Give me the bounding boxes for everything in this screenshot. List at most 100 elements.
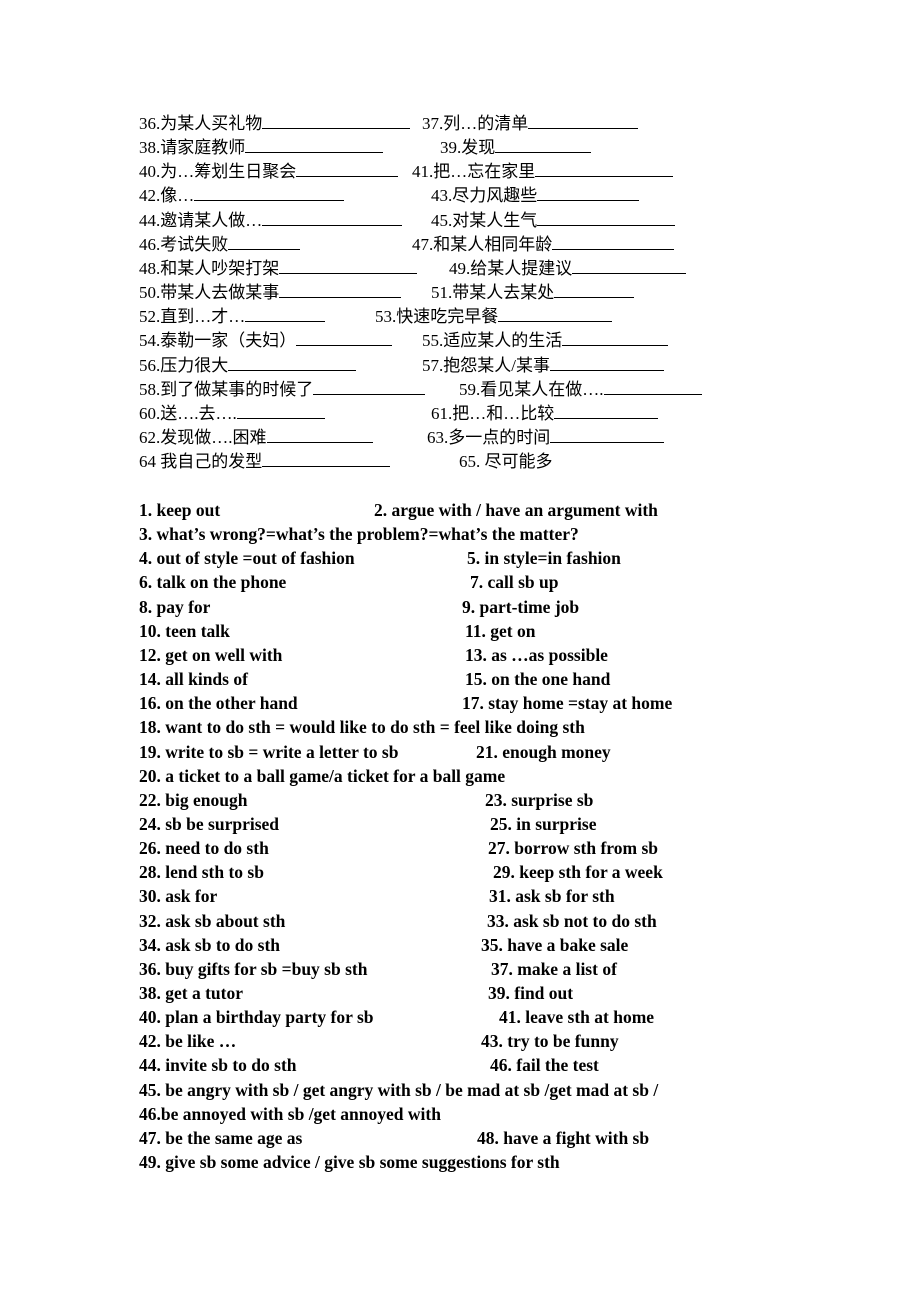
chinese-phrase-text: 40.为…筹划生日聚会 [139,162,297,182]
english-phrase-item: 41. leave sth at home [499,1007,655,1028]
answer-blank[interactable] [236,402,325,419]
english-phrase-item: 46.be annoyed with sb /get annoyed with [139,1103,441,1124]
answer-blank[interactable] [296,329,393,347]
chinese-phrase-item: 63.多一点的时间 [427,426,665,450]
english-phrase-item: 48. have a fight with sb [477,1127,650,1148]
chinese-phrase-text: 38.请家庭教师 [139,138,246,158]
chinese-phrase-item: 46.考试失败 [139,233,301,257]
answer-blank[interactable] [528,112,639,129]
chinese-phrase-text: 39.发现 [440,138,496,158]
chinese-phrase-text: 64 我自己的发型 [139,452,263,472]
answer-blank[interactable] [279,281,402,299]
english-phrase-item: 32. ask sb about sth [139,910,286,931]
english-phrase-item: 20. a ticket to a ball game/a ticket for… [139,765,506,786]
english-phrase-item: 42. be like … [139,1031,237,1052]
answer-blank[interactable] [245,136,384,154]
chinese-phrase-text: 37.列…的清单 [422,114,529,133]
chinese-phrase-item: 45.对某人生气 [431,209,676,233]
answer-blank[interactable] [535,160,674,178]
answer-blank[interactable] [554,402,659,419]
chinese-phrase-text: 65. 尽可能多 [459,452,553,472]
answer-blank[interactable] [554,281,635,299]
chinese-phrase-text: 60.送….去…. [139,403,237,423]
chinese-phrase-item: 47.和某人相同年龄 [412,233,675,257]
chinese-phrase-text: 62.发现做….困难 [139,427,267,447]
answer-blank[interactable] [552,233,675,250]
english-phrase-item: 45. be angry with sb / get angry with sb… [139,1079,659,1100]
chinese-phrase-item: 55.适应某人的生活 [422,329,669,353]
english-phrase-item: 49. give sb some advice / give sb some s… [139,1152,560,1173]
answer-blank[interactable] [313,378,426,395]
english-phrase-item: 47. be the same age as [139,1127,303,1148]
answer-blank[interactable] [262,209,403,226]
chinese-phrase-text: 36.为某人买礼物 [139,114,263,133]
answer-blank[interactable] [296,160,399,178]
english-phrase-item: 16. on the other hand [139,693,298,714]
answer-blank[interactable] [262,450,391,468]
chinese-phrase-item: 42.像… [139,184,345,208]
english-phrase-item: 35. have a bake sale [481,934,629,955]
english-phrase-item: 6. talk on the phone [139,572,287,593]
chinese-phrase-text: 41.把…忘在家里 [412,162,536,182]
chinese-phrase-item: 39.发现 [440,136,592,160]
chinese-phrase-text: 61.把…和…比较 [431,403,555,423]
english-phrase-item: 40. plan a birthday party for sb [139,1007,374,1028]
english-phrase-item: 22. big enough [139,789,248,810]
english-phrase-item: 3. what’s wrong?=what’s the problem?=wha… [139,524,579,545]
english-phrase-item: 10. teen talk [139,620,230,641]
chinese-phrase-text: 49.给某人提建议 [449,258,573,278]
chinese-phrase-item: 41.把…忘在家里 [412,160,674,184]
chinese-phrase-item: 49.给某人提建议 [449,257,687,281]
chinese-phrase-item: 59.看见某人在做…. [459,378,702,402]
english-phrase-item: 26. need to do sth [139,838,269,859]
english-phrase-item: 28. lend sth to sb [139,862,264,883]
chinese-phrase-item: 50.带某人去做某事 [139,281,402,305]
answer-blank[interactable] [228,354,357,371]
english-phrase-item: 34. ask sb to do sth [139,934,281,955]
english-phrase-item: 24. sb be surprised [139,813,280,834]
answer-blank[interactable] [279,257,418,274]
chinese-phrase-item: 44.邀请某人做… [139,209,403,233]
answer-blank[interactable] [245,305,326,323]
chinese-phrase-item: 48.和某人吵架打架 [139,257,418,281]
answer-blank[interactable] [550,426,665,443]
answer-blank[interactable] [228,233,301,250]
english-phrase-item: 36. buy gifts for sb =buy sb sth [139,958,368,979]
english-phrase-item: 37. make a list of [491,958,617,979]
chinese-phrase-item: 38.请家庭教师 [139,136,384,160]
english-phrase-item: 17. stay home =stay at home [462,693,673,714]
answer-blank[interactable] [549,354,664,371]
chinese-phrase-text: 44.邀请某人做… [139,210,263,230]
english-phrase-item: 9. part-time job [462,596,580,617]
english-phrase-item: 12. get on well with [139,644,283,665]
chinese-phrase-item: 62.发现做….困难 [139,426,373,450]
answer-blank[interactable] [537,209,676,226]
chinese-phrase-item: 53.快速吃完早餐 [375,305,613,329]
answer-blank[interactable] [498,305,613,323]
chinese-phrase-item: 58.到了做某事的时候了 [139,378,426,402]
answer-blank[interactable] [562,329,669,347]
answer-blank[interactable] [572,257,687,274]
answer-blank[interactable] [266,426,373,443]
chinese-phrase-item: 64 我自己的发型 [139,450,391,474]
document-page: 36.为某人买礼物 37.列…的清单 38.请家庭教师 39.发现 40.为…筹划生日聚… [0,0,920,1302]
answer-blank[interactable] [495,136,592,154]
chinese-phrase-item: 60.送….去…. [139,402,325,426]
english-phrase-item: 44. invite sb to do sth [139,1055,297,1076]
chinese-phrase-item: 57.抱怨某人/某事 [422,354,664,378]
english-phrase-item: 19. write to sb = write a letter to sb [139,741,399,762]
english-phrase-item: 4. out of style =out of fashion [139,548,355,569]
english-phrase-item: 33. ask sb not to do sth [487,910,657,931]
english-phrase-item: 27. borrow sth from sb [488,838,658,859]
answer-blank[interactable] [262,112,411,129]
chinese-phrase-text: 57.抱怨某人/某事 [422,355,550,375]
english-phrase-item: 31. ask sb for sth [489,886,615,907]
english-phrase-item: 39. find out [488,983,574,1003]
chinese-phrase-item: 56.压力很大 [139,354,357,378]
chinese-phrase-text: 48.和某人吵架打架 [139,258,280,278]
answer-blank[interactable] [603,378,702,395]
english-phrase-item: 23. surprise sb [485,789,594,810]
english-phrase-item: 14. all kinds of [139,669,248,690]
answer-blank[interactable] [194,184,345,202]
answer-blank[interactable] [537,184,640,202]
